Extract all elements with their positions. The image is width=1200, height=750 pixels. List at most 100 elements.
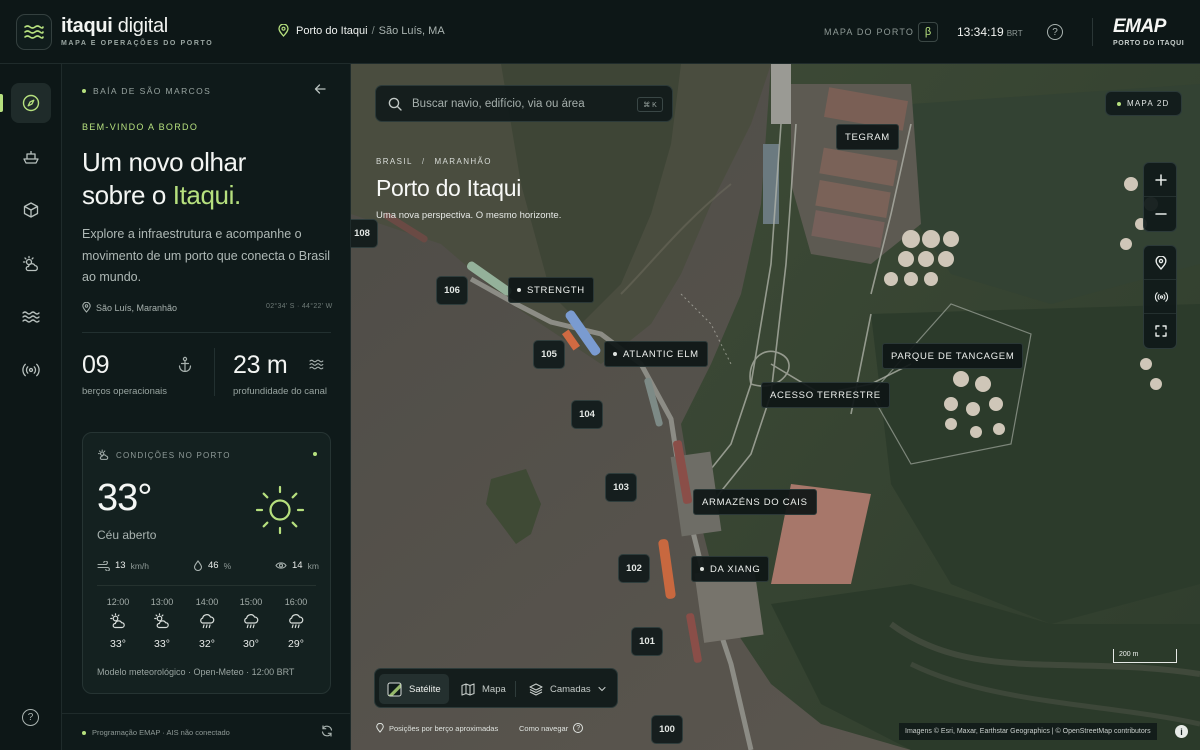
map-search[interactable]: ⌘ K: [375, 85, 673, 122]
forecast-time: 15:00: [239, 597, 263, 607]
how-to-navigate-link[interactable]: Como navegar ?: [519, 723, 584, 733]
berth-marker[interactable]: 100: [651, 715, 683, 744]
pin-icon: [82, 302, 91, 313]
forecast-temp: 33°: [110, 638, 126, 650]
satellite-layer-button[interactable]: Satélite: [379, 674, 449, 704]
location-main: Porto do Itaqui: [296, 24, 368, 37]
locate-button[interactable]: [1144, 246, 1176, 280]
satellite-icon: [387, 682, 402, 696]
beta-badge: β: [918, 22, 938, 42]
left-rail: ?: [0, 64, 62, 750]
zoom-in-button[interactable]: [1144, 163, 1176, 197]
search-input[interactable]: [412, 95, 632, 113]
weather-icon: [98, 449, 109, 460]
map-layer-button[interactable]: Mapa: [453, 674, 514, 704]
map-2d-label: MAPA 2D: [1127, 99, 1170, 108]
waves-icon: [309, 359, 324, 370]
humidity-unit: %: [223, 560, 232, 571]
welcome-label: BEM-VINDO A BORDO: [82, 122, 199, 132]
berth-marker[interactable]: 106: [436, 276, 468, 305]
app-logo-icon[interactable]: [16, 14, 52, 50]
berth-marker[interactable]: 103: [605, 473, 637, 502]
stat-berths-value: 09: [82, 351, 110, 379]
stat-depth-label: profundidade do canal: [233, 386, 328, 397]
crumb-country: BRASIL: [376, 157, 413, 166]
forecast-hour: 14:00 32°: [187, 597, 227, 650]
refresh-icon[interactable]: [321, 724, 333, 742]
place-label[interactable]: ARMAZÉNS DO CAIS: [693, 489, 817, 515]
map-subtitle: Uma nova perspectiva. O mesmo horizonte.: [376, 210, 562, 221]
location-city: São Luís, MA: [378, 24, 445, 37]
ais-button[interactable]: [1144, 280, 1176, 314]
header-divider: [1092, 18, 1093, 46]
map-icon: [461, 682, 475, 696]
emap-logo-sub: PORTO DO ITAQUI: [1113, 40, 1185, 47]
forecast-time: 14:00: [195, 597, 219, 607]
search-icon: [388, 97, 402, 111]
forecast-temp: 30°: [243, 638, 259, 650]
place-text: São Luís, Maranhão: [96, 302, 178, 313]
top-bar: itaqui digital MAPA E OPERAÇÕES DO PORTO…: [0, 0, 1200, 64]
brand-subtitle: MAPA E OPERAÇÕES DO PORTO: [61, 40, 214, 47]
rail-infrastructure[interactable]: [11, 190, 51, 230]
berth-marker[interactable]: 105: [533, 340, 565, 369]
zoom-out-button[interactable]: [1144, 197, 1176, 231]
eye-icon: [275, 562, 287, 569]
location-separator: /: [371, 24, 375, 37]
coordinates: 02°34' S · 44°22' W: [266, 303, 333, 310]
waves-icon: [22, 311, 40, 323]
panel-headline: Um novo olhar sobre o Itaqui.: [82, 146, 246, 212]
place-label[interactable]: ACESSO TERRESTRE: [761, 382, 890, 408]
emap-logo[interactable]: EMAP PORTO DO ITAQUI: [1113, 17, 1185, 48]
help-icon[interactable]: ?: [1047, 24, 1063, 40]
signal-icon: [22, 363, 40, 377]
forecast-hour: 12:00 33°: [98, 597, 138, 650]
rail-ais[interactable]: [11, 350, 51, 390]
info-icon[interactable]: i: [1175, 725, 1188, 738]
place-label[interactable]: PARQUE DE TANCAGEM: [882, 343, 1024, 369]
vessel-label[interactable]: ATLANTIC ELM: [604, 341, 708, 367]
how-to-navigate-text: Como navegar: [519, 723, 569, 733]
berth-marker[interactable]: 104: [571, 400, 603, 429]
forecast-time: 12:00: [106, 597, 130, 607]
rail-explore[interactable]: [11, 83, 51, 123]
vessel-name: STRENGTH: [527, 284, 585, 296]
berth-marker[interactable]: 101: [631, 627, 663, 656]
fullscreen-icon: [1155, 325, 1167, 337]
rail-help-icon[interactable]: ?: [22, 709, 39, 726]
droplet-icon: [193, 560, 203, 571]
scale-bar: 200 m: [1113, 649, 1177, 663]
wind: 13 km/h: [97, 560, 149, 571]
map-section-label: MAPA DO PORTO: [824, 27, 915, 37]
help-icon: ?: [573, 723, 584, 733]
attribution[interactable]: Imagens © Esri, Maxar, Earthstar Geograp…: [899, 723, 1157, 740]
layers-icon: [529, 682, 543, 696]
berth-marker[interactable]: 102: [618, 554, 650, 583]
weather-card: CONDIÇÕES NO PORTO 33° Céu aberto 13 km/h…: [82, 432, 331, 694]
place-label: São Luís, Maranhão: [82, 302, 177, 313]
search-shortcut: ⌘ K: [637, 97, 663, 112]
vessel-label[interactable]: DA XIANG: [691, 556, 770, 582]
fullscreen-button[interactable]: [1144, 314, 1176, 348]
brand[interactable]: itaqui digital MAPA E OPERAÇÕES DO PORTO: [61, 15, 213, 47]
live-dot: [313, 452, 317, 456]
clock-timezone: BRT: [1006, 29, 1023, 38]
location-breadcrumb[interactable]: Porto do Itaqui / São Luís, MA: [278, 24, 445, 37]
layers-dropdown[interactable]: Camadas: [521, 674, 614, 704]
forecast-temp: 32°: [199, 638, 215, 650]
rail-tides[interactable]: [11, 297, 51, 337]
brand-name-light: digital: [112, 15, 168, 37]
vessel-label[interactable]: STRENGTH: [508, 277, 594, 303]
weather-title: CONDIÇÕES NO PORTO: [97, 449, 231, 461]
place-label[interactable]: TEGRAM: [836, 124, 899, 150]
back-arrow-icon[interactable]: [314, 82, 326, 98]
rail-weather[interactable]: [11, 244, 51, 284]
satellite-map[interactable]: ⌘ K BRASIL / MARANHÃO Porto do Itaqui Uma …: [351, 64, 1200, 750]
status-dot: [82, 730, 86, 735]
status-dot: [82, 89, 86, 93]
map-label: Mapa: [482, 683, 506, 695]
map-2d-toggle[interactable]: MAPA 2D: [1105, 91, 1182, 116]
bay-label: BAÍA DE SÃO MARCOS: [82, 86, 211, 96]
rail-ships[interactable]: [11, 137, 51, 177]
berth-marker[interactable]: 108: [351, 219, 378, 248]
